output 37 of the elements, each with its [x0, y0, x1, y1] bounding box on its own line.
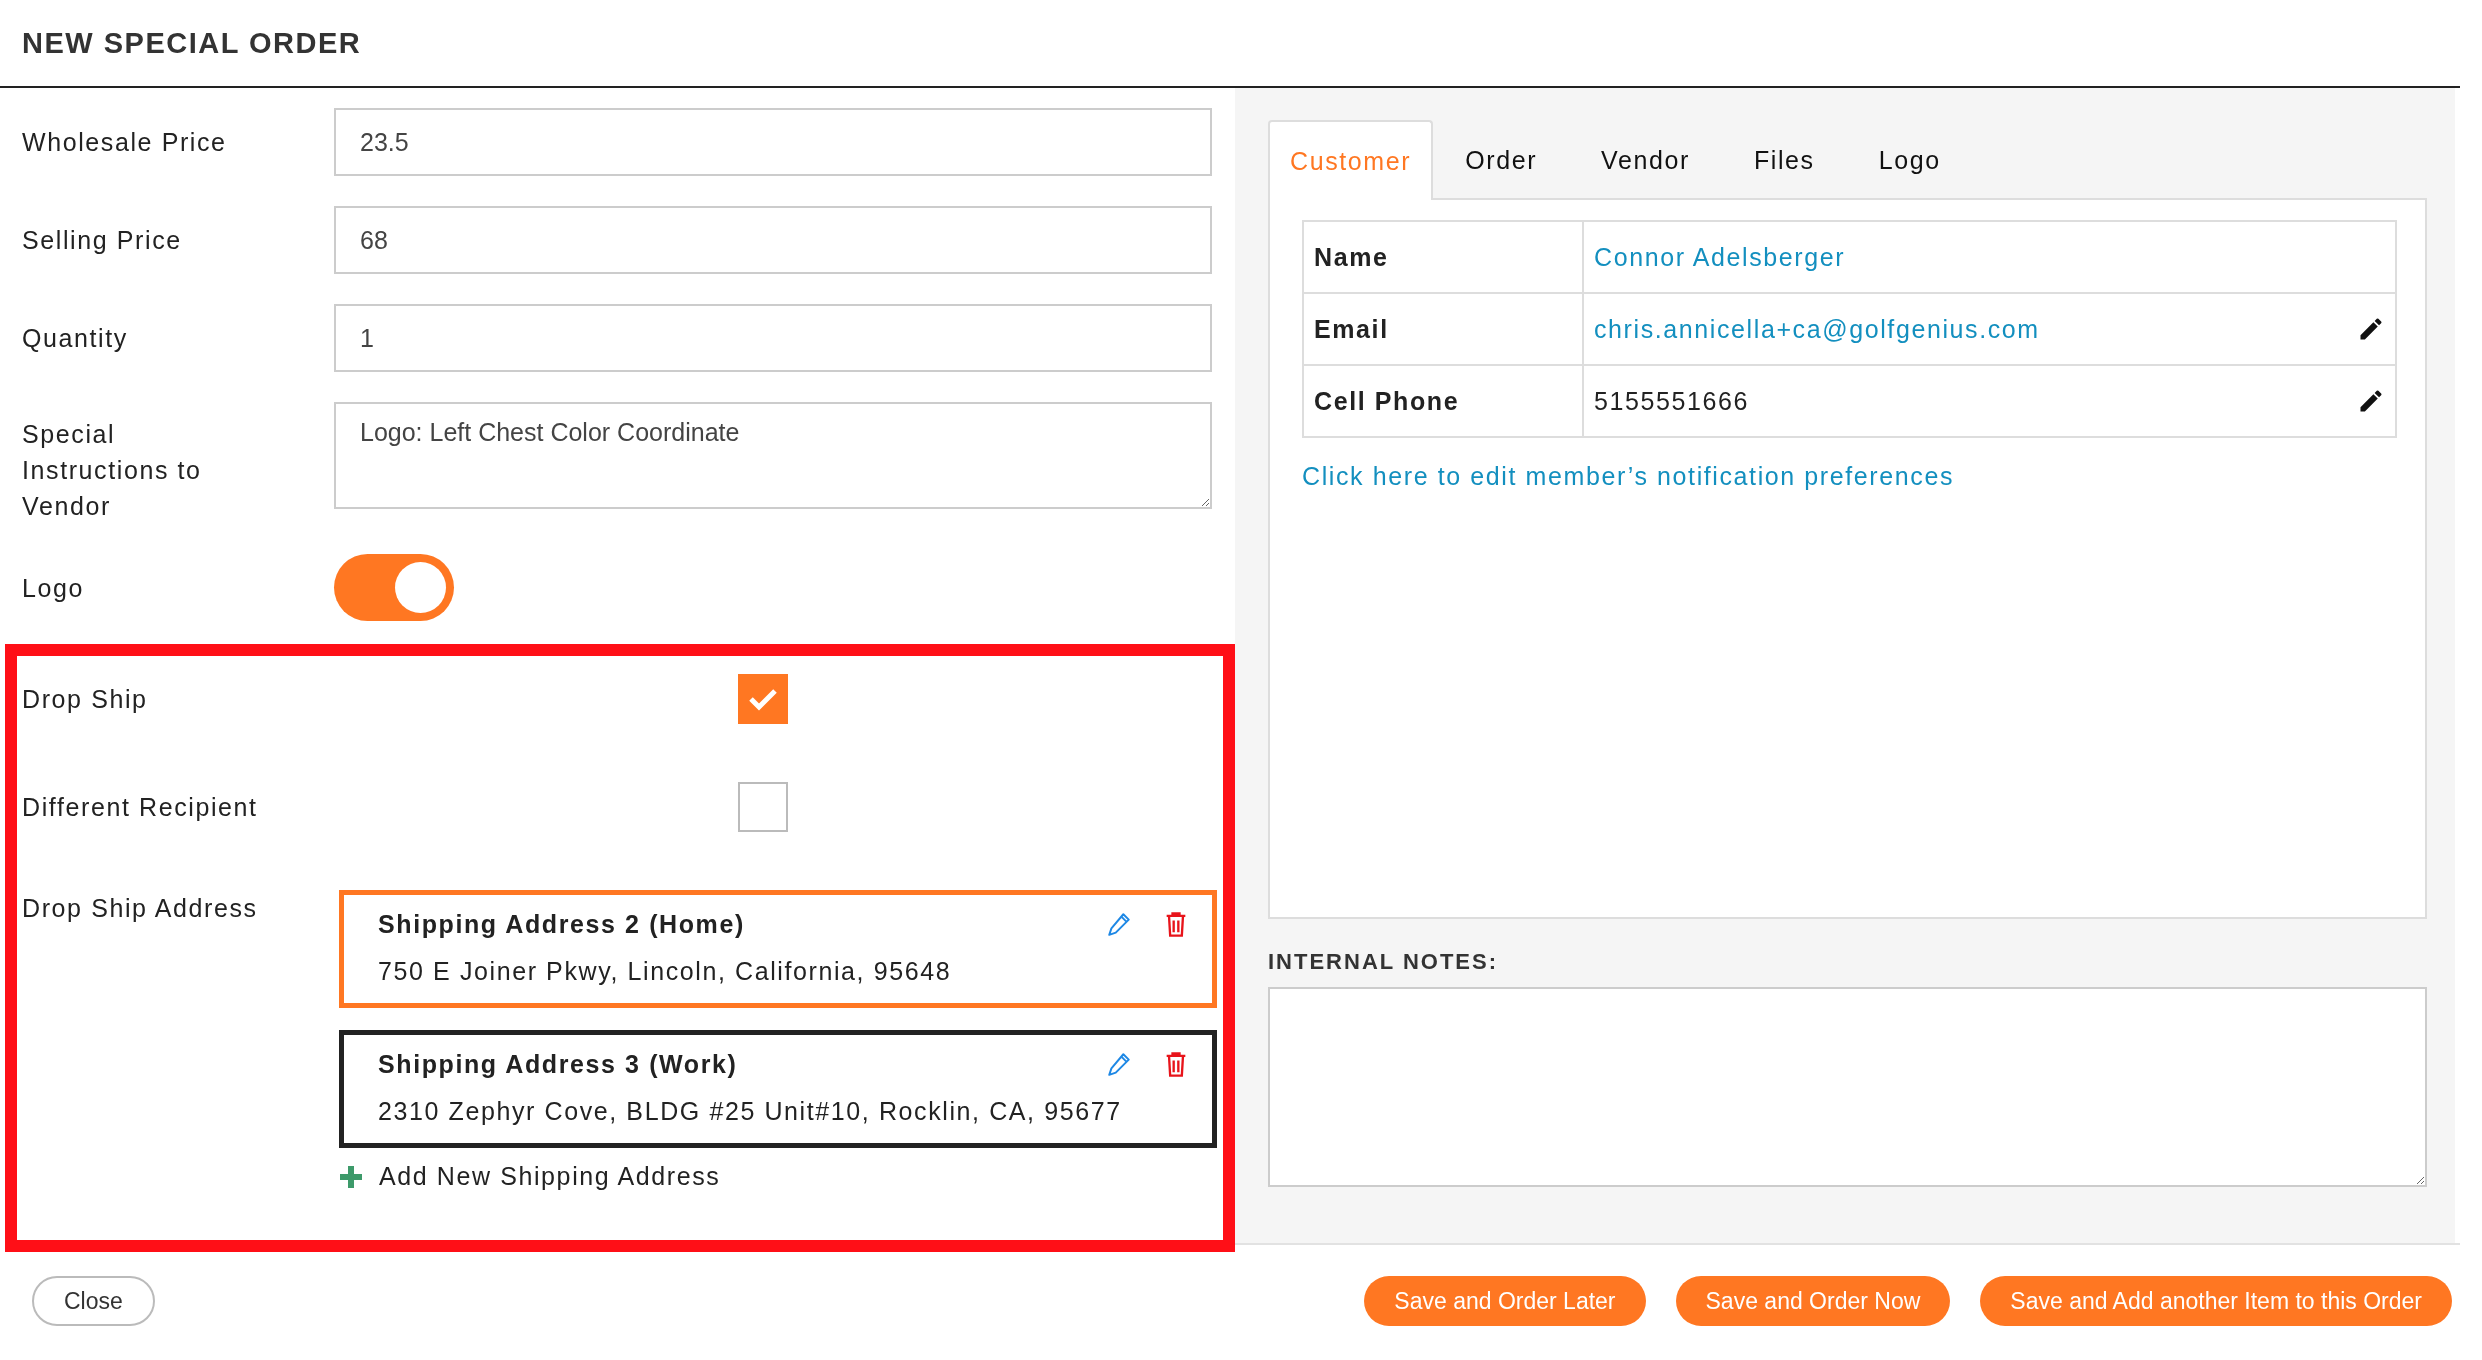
address-name: Shipping Address 3 (Work) — [378, 1049, 739, 1079]
text-field[interactable]: 68 — [334, 206, 1212, 274]
tab[interactable]: Order — [1433, 120, 1570, 198]
checkmark-icon — [748, 687, 778, 711]
table-cell: Email — [1303, 293, 1583, 365]
notes-label: INTERNAL NOTES: — [1268, 949, 1500, 975]
plus-icon[interactable] — [339, 1164, 363, 1189]
field-label: Wholesale Price — [22, 127, 228, 158]
field-label: Different Recipient — [22, 792, 259, 823]
field-label: Quantity — [22, 323, 129, 354]
tab[interactable]: Vendor — [1569, 120, 1722, 198]
address-card[interactable]: Shipping Address 3 (Work) 2310 Zephyr Cove, BLDG #25 Unit#10, Rocklin, CA, 95677 — [339, 1030, 1217, 1148]
field-label: Special Instructions to Vendor — [22, 419, 203, 522]
address-text: 2310 Zephyr Cove, BLDG #25 Unit#10, Rocklin, CA, 95677 — [378, 1097, 1123, 1126]
close-button[interactable]: Close — [32, 1276, 155, 1326]
notes-field[interactable] — [1268, 987, 2427, 1187]
table-cell: Name — [1303, 221, 1583, 293]
field-label: Drop Ship — [22, 684, 149, 715]
field-label: Selling Price — [22, 225, 183, 256]
address-text: 750 E Joiner Pkwy, Lincoln, California, 95648 — [378, 957, 953, 986]
checkbox[interactable] — [738, 782, 788, 832]
address-name: Shipping Address 2 (Home) — [378, 909, 746, 939]
text-field[interactable]: 23.5 — [334, 108, 1212, 176]
tab[interactable]: Logo — [1846, 120, 1973, 198]
field-label: Drop Ship Address — [22, 893, 259, 924]
field-label: Logo — [22, 572, 85, 604]
table-cell: Cell Phone — [1303, 365, 1583, 437]
address-card[interactable]: Shipping Address 2 (Home) 750 E Joiner Pkwy, Lincoln, California, 95648 — [339, 890, 1217, 1008]
preferences-link[interactable]: Click here to edit member’s notification preferences — [1302, 462, 1954, 491]
text-field[interactable]: 1 — [334, 304, 1212, 372]
value-text: 5155551666 — [1594, 386, 1750, 416]
add-address-link[interactable]: Add New Shipping Address — [379, 1162, 721, 1191]
tab[interactable]: Files — [1721, 120, 1847, 198]
value-link[interactable]: Connor Adelsberger — [1594, 242, 1846, 272]
checkbox[interactable] — [738, 674, 788, 724]
dialog-title: NEW SPECIAL ORDER — [21, 25, 363, 61]
text-area[interactable]: Logo: Left Chest Color Coordinate — [334, 402, 1212, 509]
